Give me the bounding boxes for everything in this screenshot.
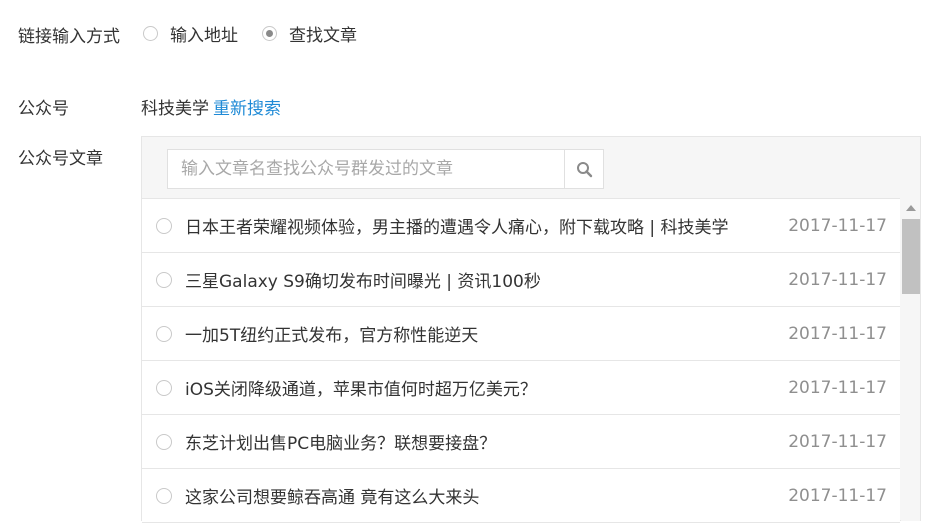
article-radio[interactable] xyxy=(156,325,172,342)
article-title: 东芝计划出售PC电脑业务？联想要接盘？ xyxy=(185,434,497,454)
article-radio[interactable] xyxy=(156,379,172,396)
article-panel: 日本王者荣耀视频体验，男主播的遭遇令人痛心，附下载攻略 | 科技美学 2017-… xyxy=(141,136,921,523)
radio-find-article[interactable] xyxy=(262,25,277,41)
article-row[interactable]: 日本王者荣耀视频体验，男主播的遭遇令人痛心，附下载攻略 | 科技美学 2017-… xyxy=(142,199,900,253)
article-radio[interactable] xyxy=(156,217,172,234)
article-date: 2017-11-17 xyxy=(788,431,887,452)
scroll-up-arrow-icon[interactable] xyxy=(906,205,916,211)
article-row[interactable]: iOS关闭降级通道，苹果市值何时超万亿美元？ 2017-11-17 xyxy=(142,361,900,415)
link-mode-radio-group: 输入地址 查找文章 xyxy=(143,18,381,48)
scrollbar-thumb[interactable] xyxy=(902,219,920,294)
article-date: 2017-11-17 xyxy=(788,485,887,506)
radio-input-address-label[interactable]: 输入地址 xyxy=(170,21,238,46)
article-search-bar xyxy=(167,149,604,189)
article-row[interactable]: 东芝计划出售PC电脑业务？联想要接盘？ 2017-11-17 xyxy=(142,415,900,469)
article-radio[interactable] xyxy=(156,271,172,288)
radio-option-find-article[interactable]: 查找文章 xyxy=(262,21,357,46)
article-title: 三星Galaxy S9确切发布时间曝光 | 资讯100秒 xyxy=(185,272,541,292)
article-date: 2017-11-17 xyxy=(788,323,887,344)
article-list: 日本王者荣耀视频体验，男主播的遭遇令人痛心，附下载攻略 | 科技美学 2017-… xyxy=(142,198,900,523)
article-list-scrollbar[interactable] xyxy=(901,199,920,521)
article-date: 2017-11-17 xyxy=(788,377,887,398)
radio-input-address[interactable] xyxy=(143,25,158,41)
account-label: 公众号 xyxy=(18,99,69,119)
account-value: 科技美学 重新搜索 xyxy=(141,94,281,119)
article-date: 2017-11-17 xyxy=(788,215,887,236)
article-search-input[interactable] xyxy=(168,150,564,188)
article-title: 一加5T纽约正式发布，官方称性能逆天 xyxy=(185,326,479,346)
radio-option-input-address[interactable]: 输入地址 xyxy=(143,21,238,46)
link-mode-label: 链接输入方式 xyxy=(18,27,120,47)
articles-label: 公众号文章 xyxy=(18,149,103,169)
search-icon xyxy=(576,161,592,177)
research-link[interactable]: 重新搜索 xyxy=(213,99,281,119)
article-title: 这家公司想要鲸吞高通 竟有这么大来头 xyxy=(185,488,480,508)
article-radio[interactable] xyxy=(156,433,172,450)
article-row[interactable]: 三星Galaxy S9确切发布时间曝光 | 资讯100秒 2017-11-17 xyxy=(142,253,900,307)
article-row[interactable]: 一加5T纽约正式发布，官方称性能逆天 2017-11-17 xyxy=(142,307,900,361)
article-radio[interactable] xyxy=(156,487,172,504)
search-button[interactable] xyxy=(564,150,603,188)
radio-find-article-label[interactable]: 查找文章 xyxy=(289,21,357,46)
article-date: 2017-11-17 xyxy=(788,269,887,290)
article-title: 日本王者荣耀视频体验，男主播的遭遇令人痛心，附下载攻略 | 科技美学 xyxy=(185,218,729,238)
article-title: iOS关闭降级通道，苹果市值何时超万亿美元？ xyxy=(185,380,537,400)
account-name: 科技美学 xyxy=(141,99,209,119)
